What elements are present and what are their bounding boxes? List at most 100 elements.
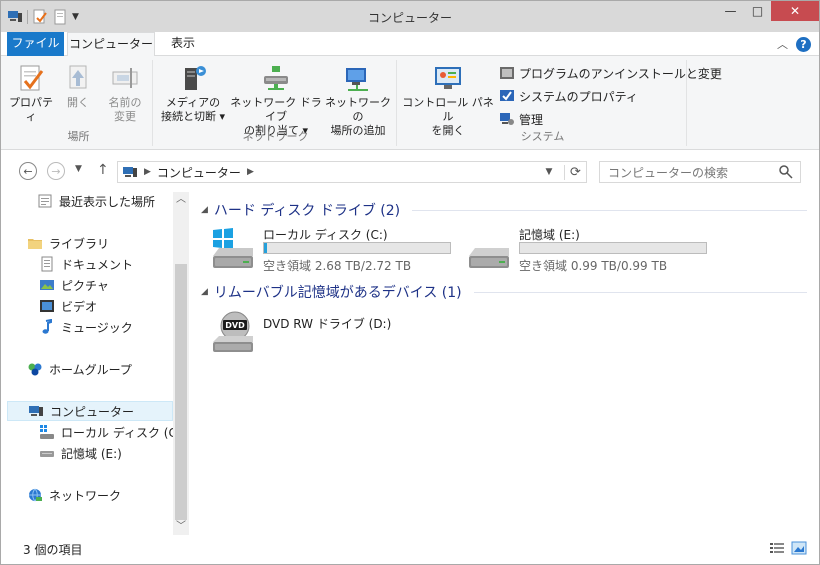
sidebar-item-documents[interactable]: ドキュメント	[39, 254, 133, 274]
manage-button[interactable]: 管理	[499, 109, 543, 129]
system-properties-button[interactable]: システムのプロパティ	[499, 86, 638, 106]
search-box[interactable]: コンピューターの検索	[599, 161, 801, 183]
sidebar-item-label: ピクチャ	[61, 278, 109, 293]
help-icon[interactable]: ?	[796, 36, 811, 52]
drive-item-d[interactable]: DVD DVD RW ドライブ (D:)	[209, 308, 459, 356]
scroll-down-icon[interactable]: ﹀	[173, 519, 189, 535]
sidebar-item-label: ミュージック	[61, 320, 133, 335]
ribbon-tabs: ファイル コンピューター 表示 ︿ ?	[1, 32, 819, 57]
homegroup-icon	[28, 363, 42, 376]
sidebar-item-videos[interactable]: ビデオ	[39, 296, 97, 316]
media-server-icon	[185, 66, 206, 90]
document-icon	[41, 256, 53, 272]
sidebar-item-label: ローカル ディスク (C:)	[61, 425, 186, 440]
maximize-button[interactable]: □	[744, 1, 771, 21]
refresh-icon[interactable]: ⟳	[564, 164, 586, 180]
section-hard-disk-drives[interactable]: ◢ ハード ディスク ドライブ (2)	[201, 200, 807, 220]
properties-label: プロパティ	[9, 96, 53, 123]
tab-file[interactable]: ファイル	[7, 32, 64, 56]
item-count: 3 個の項目	[23, 543, 83, 557]
sidebar-item-recent[interactable]: 最近表示した場所	[37, 191, 155, 211]
rename-button[interactable]: 名前の 変更	[103, 62, 147, 124]
map-network-drive-button[interactable]: ネットワーク ドライブ の割り当て ▾	[229, 62, 323, 138]
drive-usage-bar	[263, 242, 451, 254]
videos-icon	[40, 300, 54, 312]
pictures-icon	[40, 280, 54, 290]
sidebar-item-network[interactable]: ネットワーク	[27, 485, 121, 505]
group-label-system: システム	[520, 130, 565, 143]
search-input[interactable]: コンピューターの検索	[608, 164, 778, 181]
sidebar-item-label: 記憶域 (E:)	[61, 446, 122, 461]
back-button[interactable]: ←	[19, 162, 37, 180]
uninstall-program-button[interactable]: プログラムのアンインストールと変更	[499, 63, 722, 83]
ribbon-collapse-icon[interactable]: ︿	[777, 36, 788, 52]
drive-name: DVD RW ドライブ (D:)	[263, 317, 392, 331]
media-label-1: メディアの	[165, 96, 221, 109]
large-icons-view-icon[interactable]	[791, 541, 807, 555]
sidebar-item-storage[interactable]: 記憶域 (E:)	[39, 443, 122, 463]
navigation-scrollbar[interactable]: ︿ ﹀	[173, 192, 189, 535]
manage-label: 管理	[519, 112, 544, 127]
open-icon	[69, 65, 87, 89]
group-label-network: ネットワーク	[242, 130, 309, 143]
sidebar-item-pictures[interactable]: ピクチャ	[39, 275, 109, 295]
content-pane: ◢ ハード ディスク ドライブ (2) ローカル ディスク (C:) 空き領域 …	[189, 192, 819, 535]
network-icon	[29, 488, 42, 502]
group-location: プロパティ 開く 名前の 変更 場所	[5, 60, 153, 146]
chevron-right-icon[interactable]: ▶	[247, 167, 254, 177]
section-removable-storage[interactable]: ◢ リムーバブル記憶域があるデバイス (1)	[201, 282, 807, 302]
open-button[interactable]: 開く	[61, 62, 95, 110]
section-title: ハード ディスク ドライブ (2)	[213, 203, 401, 219]
sidebar-item-label: 最近表示した場所	[59, 194, 156, 209]
network-location-icon	[346, 68, 368, 91]
dvd-badge: DVD	[225, 321, 245, 330]
drive-free-space: 空き領域 2.68 TB/2.72 TB	[263, 259, 412, 273]
chevron-right-icon[interactable]: ▶	[144, 167, 151, 177]
recent-places-icon	[38, 194, 52, 208]
sidebar-item-music[interactable]: ミュージック	[39, 317, 133, 337]
manage-icon	[500, 113, 514, 125]
window-controls: — □ ✕	[717, 1, 819, 21]
media-label-2: 接続と切断 ▾	[160, 110, 226, 123]
drive-item-c[interactable]: ローカル ディスク (C:) 空き領域 2.68 TB/2.72 TB	[209, 226, 459, 274]
control-panel-button[interactable]: コントロール パネル を開く	[401, 62, 495, 138]
map-label-1: ネットワーク ドライブ	[230, 96, 322, 123]
details-view-icon[interactable]	[769, 541, 785, 555]
scroll-up-icon[interactable]: ︿	[173, 192, 189, 208]
music-note-icon	[42, 319, 52, 334]
sidebar-item-libraries[interactable]: ライブラリ	[27, 233, 109, 253]
sidebar-item-local-disk[interactable]: ローカル ディスク (C:)	[39, 422, 186, 442]
tab-view[interactable]: 表示	[159, 32, 207, 56]
tab-computer[interactable]: コンピューター	[67, 32, 155, 57]
properties-button[interactable]: プロパティ	[9, 62, 53, 124]
network-drive-icon	[264, 66, 288, 90]
minimize-button[interactable]: —	[717, 1, 744, 21]
collapse-arrow-icon[interactable]: ◢	[201, 205, 208, 215]
window-title: コンピューター	[367, 11, 452, 25]
recent-locations-icon[interactable]: ▼	[75, 164, 82, 174]
libraries-folder-icon	[28, 239, 42, 249]
sidebar-item-label: コンピューター	[50, 404, 135, 419]
forward-button[interactable]: →	[47, 162, 65, 180]
add-location-label-1: ネットワークの	[325, 96, 391, 123]
computer-icon	[123, 167, 137, 177]
rename-icon	[112, 68, 138, 88]
up-arrow-icon[interactable]: ↑	[97, 162, 109, 178]
sidebar-item-homegroup[interactable]: ホームグループ	[27, 359, 132, 379]
windows-disk-icon	[213, 228, 253, 268]
add-network-location-button[interactable]: ネットワークの 場所の追加	[323, 62, 393, 138]
open-label: 開く	[67, 96, 89, 109]
view-switcher	[769, 541, 807, 555]
scrollbar-thumb[interactable]	[175, 264, 187, 520]
sidebar-item-computer[interactable]: コンピューター	[7, 401, 173, 421]
address-bar[interactable]: ▶ コンピューター ▶ ▼ ⟳	[117, 161, 587, 183]
address-path[interactable]: コンピューター	[157, 164, 241, 181]
computer-icon	[29, 406, 43, 416]
search-icon[interactable]	[778, 164, 794, 180]
drive-item-e[interactable]: 記憶域 (E:) 空き領域 0.99 TB/0.99 TB	[465, 226, 715, 274]
close-button[interactable]: ✕	[771, 1, 819, 21]
system-properties-label: システムのプロパティ	[519, 89, 638, 104]
collapse-arrow-icon[interactable]: ◢	[201, 287, 208, 297]
media-connect-button[interactable]: メディアの 接続と切断 ▾	[157, 62, 229, 124]
address-dropdown-icon[interactable]: ▼	[540, 167, 558, 177]
